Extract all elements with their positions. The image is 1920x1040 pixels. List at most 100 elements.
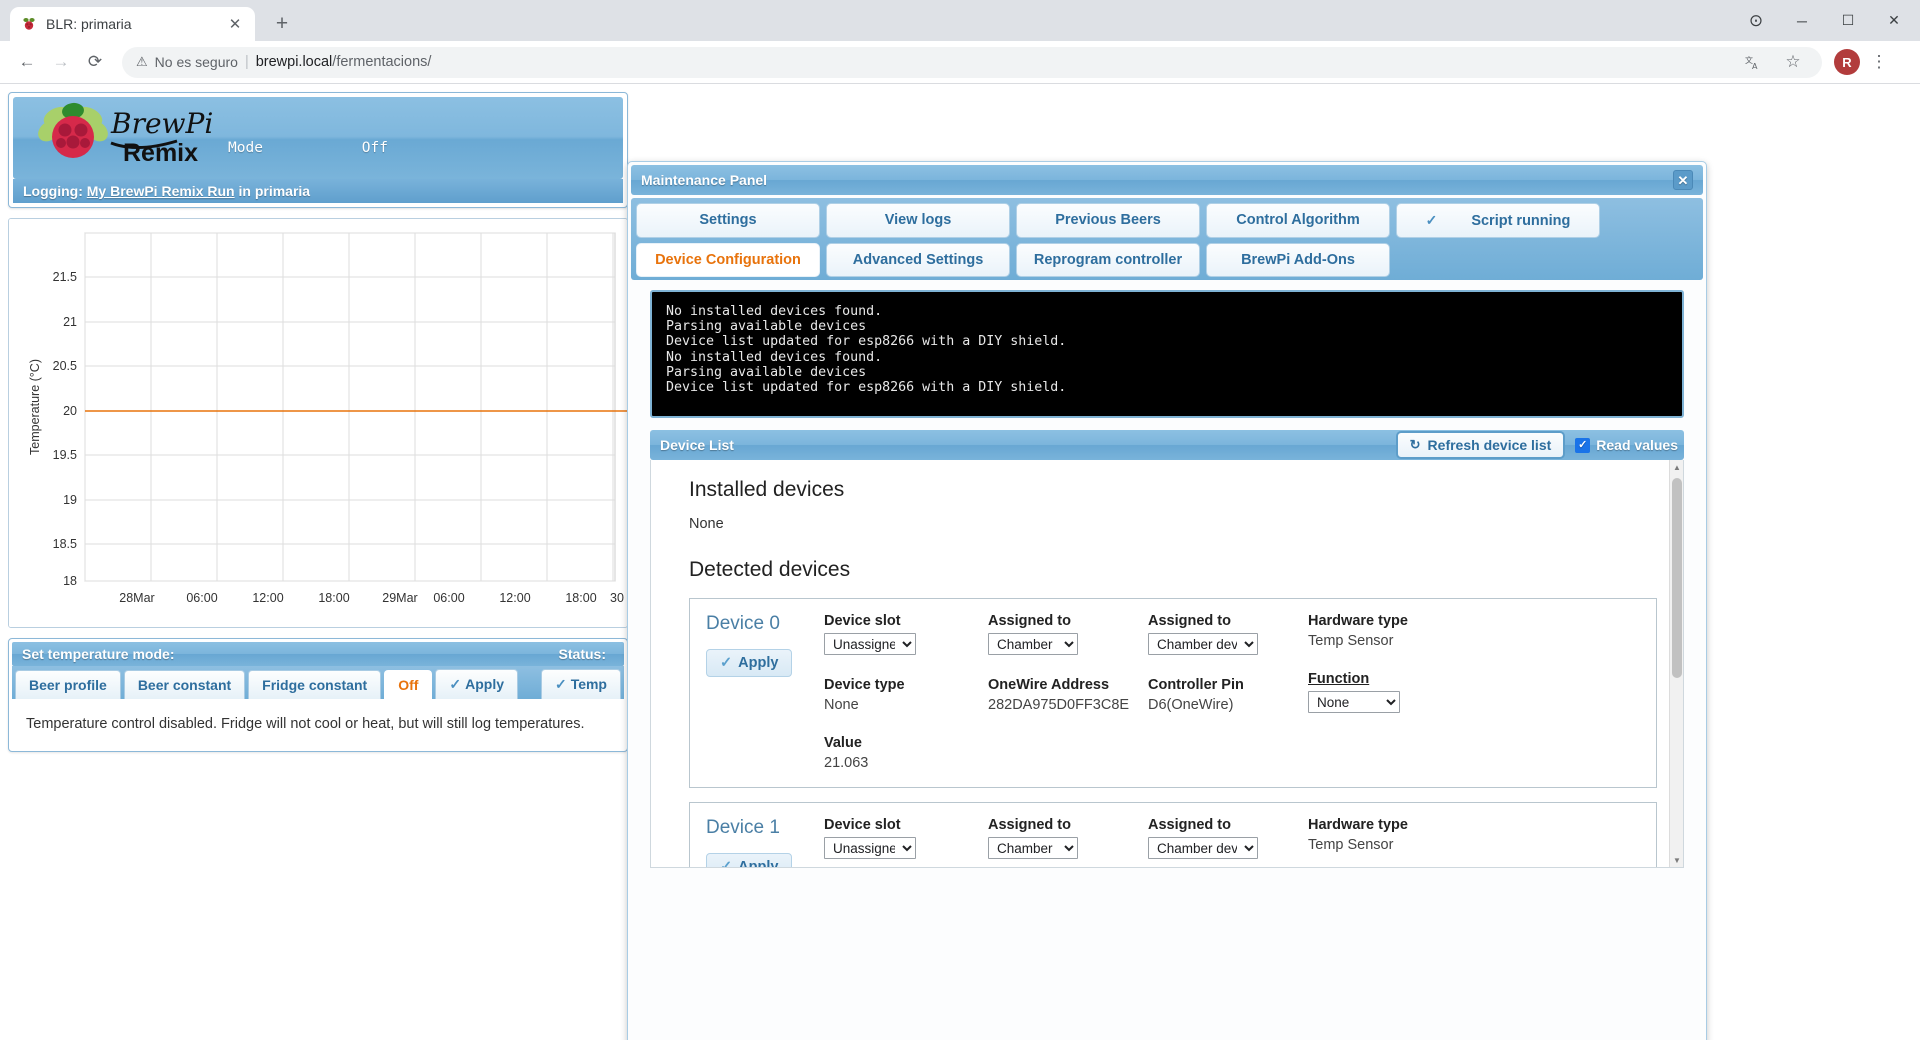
temperature-chart[interactable]: 21.5 21 20.5 20 19.5 19 18.5 18 Temperat…	[8, 218, 628, 628]
tab-reprogram-controller[interactable]: Reprogram controller	[1016, 243, 1200, 277]
tab-control-algorithm[interactable]: Control Algorithm	[1206, 203, 1390, 238]
svg-text:12:00: 12:00	[499, 591, 530, 605]
reload-icon[interactable]: ⟳	[80, 47, 110, 77]
forward-icon[interactable]: →	[46, 47, 76, 77]
read-values-toggle[interactable]: ✓ Read values	[1575, 437, 1678, 453]
read-values-checkbox[interactable]: ✓	[1575, 437, 1591, 453]
close-icon[interactable]: ✕	[225, 14, 245, 34]
check-icon: ✓	[720, 655, 733, 671]
tab-settings[interactable]: Settings	[636, 203, 820, 238]
device-slot-select[interactable]: Unassigned	[824, 633, 916, 655]
browser-tab[interactable]: BLR: primaria ✕	[10, 7, 255, 41]
device-card: Device 1 ✓ Apply Device slot Unassigned	[689, 802, 1657, 867]
device-col-assigned-device: Assigned to Chamber device Controller Pi…	[1148, 613, 1308, 771]
tab-title: BLR: primaria	[46, 16, 132, 32]
new-tab-button[interactable]: +	[267, 9, 297, 39]
logging-prefix: Logging:	[23, 183, 83, 199]
device-name: Device 0	[706, 613, 780, 634]
scroll-down-icon[interactable]: ▼	[1670, 853, 1683, 867]
browser-chrome: BLR: primaria ✕ + ⊙ ─ ☐ ✕ ← → ⟳ ⚠ No es …	[0, 0, 1920, 84]
hardware-type-label: Hardware type	[1308, 817, 1408, 833]
check-icon: ✓	[554, 676, 567, 692]
tab-script-running[interactable]: ✓ Script running	[1396, 203, 1600, 238]
back-icon[interactable]: ←	[12, 47, 42, 77]
device-col-assigned-device: Assigned to Chamber device Controller Pi…	[1148, 817, 1308, 867]
svg-text:06:00: 06:00	[433, 591, 464, 605]
maximize-button[interactable]: ☐	[1826, 2, 1870, 40]
profile-avatar[interactable]: R	[1834, 49, 1860, 75]
function-label: Function	[1308, 671, 1370, 687]
menu-icon[interactable]: ⋮	[1864, 47, 1894, 77]
security-text: No es seguro	[154, 54, 238, 70]
window-close-button[interactable]: ✕	[1872, 2, 1916, 40]
maintenance-panel: Maintenance Panel ✕ Settings View logs P…	[627, 161, 1707, 1040]
function-select[interactable]: None	[1308, 691, 1400, 713]
set-temperature-mode-panel: Set temperature mode: Status: Beer profi…	[8, 638, 628, 752]
logging-run-link[interactable]: My BrewPi Remix Run	[87, 183, 235, 199]
device-type-label: Device type	[824, 677, 905, 693]
temp-mode-apply-button[interactable]: ✓ Apply	[435, 669, 519, 699]
assigned-device-select[interactable]: Chamber device	[1148, 837, 1258, 859]
console-output: No installed devices found. Parsing avai…	[650, 290, 1684, 418]
close-icon[interactable]: ✕	[1673, 170, 1693, 190]
translate-icon[interactable]: 文A	[1738, 47, 1768, 77]
tab-device-configuration[interactable]: Device Configuration	[636, 243, 820, 277]
controller-pin-value: D6(OneWire)	[1148, 697, 1234, 713]
brewpi-remix-logo-icon: BrewPi Remix	[38, 102, 213, 167]
assigned-to-label-2: Assigned to	[1148, 613, 1231, 629]
device-apply-label: Apply	[738, 655, 779, 671]
refresh-device-list-button[interactable]: ↻ Refresh device list	[1395, 431, 1566, 459]
svg-text:A: A	[1752, 62, 1758, 71]
fridge-constant-button[interactable]: Fridge constant	[248, 670, 382, 699]
scrollbar-thumb[interactable]	[1672, 478, 1682, 678]
device-col-slot: Device slot Unassigned Device type None …	[824, 613, 988, 771]
svg-text:Remix: Remix	[123, 139, 198, 167]
scroll-up-icon[interactable]: ▲	[1670, 460, 1683, 474]
beer-constant-button[interactable]: Beer constant	[123, 670, 246, 699]
tab-brewpi-addons[interactable]: BrewPi Add-Ons	[1206, 243, 1390, 277]
device-list-header: Device List ↻ Refresh device list ✓ Read…	[650, 430, 1684, 460]
temp-mode-description: Temperature control disabled. Fridge wil…	[12, 699, 624, 748]
assigned-device-select[interactable]: Chamber device	[1148, 633, 1258, 655]
beer-status-panel: BrewPi Remix ModeOff Beer--.-20.0 °C Fri…	[8, 92, 628, 208]
device-col-assigned-chamber: Assigned to Chamber 1 OneWire Address 28…	[988, 817, 1148, 867]
hardware-type-value: Temp Sensor	[1308, 837, 1394, 853]
assigned-to-label-1: Assigned to	[988, 613, 1071, 629]
stat-value1: Off	[361, 140, 388, 156]
svg-text:19.5: 19.5	[53, 448, 77, 462]
installed-devices-none: None	[689, 516, 724, 532]
record-icon[interactable]: ⊙	[1734, 2, 1778, 40]
stat-label: Mode	[228, 140, 263, 156]
svg-text:28Mar: 28Mar	[119, 591, 154, 605]
page-content: BrewPi Remix ModeOff Beer--.-20.0 °C Fri…	[0, 84, 1920, 1040]
svg-text:BrewPi: BrewPi	[110, 107, 213, 140]
tab-advanced-settings[interactable]: Advanced Settings	[826, 243, 1010, 277]
status-temp-button[interactable]: ✓ Temp	[540, 669, 621, 699]
svg-text:20.5: 20.5	[53, 359, 77, 373]
device-apply-button[interactable]: ✓ Apply	[706, 649, 793, 677]
device-card-columns: Device slot Unassigned Device type None …	[824, 613, 1640, 771]
raspberry-favicon-icon	[20, 16, 37, 33]
device-list-scroll-area: Installed devices None Detected devices …	[651, 460, 1683, 867]
device-card: Device 0 ✓ Apply Device slot Unassigned	[689, 598, 1657, 788]
stat-row-mode: Mode Off	[228, 139, 460, 157]
device-slot-select[interactable]: Unassigned	[824, 837, 916, 859]
tab-view-logs[interactable]: View logs	[826, 203, 1010, 238]
address-bar[interactable]: ⚠ No es seguro | brewpi.local/fermentaci…	[122, 46, 1822, 78]
bookmark-star-icon[interactable]: ☆	[1778, 47, 1808, 77]
onewire-address-value: 282DA975D0FF3C8E	[988, 697, 1130, 713]
device-apply-button[interactable]: ✓ Apply	[706, 853, 793, 867]
minimize-button[interactable]: ─	[1780, 2, 1824, 40]
assigned-chamber-select[interactable]: Chamber 1	[988, 837, 1078, 859]
off-mode-button[interactable]: Off	[384, 670, 433, 699]
chart-svg: 21.5 21 20.5 20 19.5 19 18.5 18 Temperat…	[9, 219, 627, 627]
tab-previous-beers[interactable]: Previous Beers	[1016, 203, 1200, 238]
window-controls: ⊙ ─ ☐ ✕	[1734, 0, 1920, 41]
device-slot-label: Device slot	[824, 817, 901, 833]
assigned-chamber-select[interactable]: Chamber 1	[988, 633, 1078, 655]
logging-bar: Logging: My BrewPi Remix Run in primaria	[13, 179, 623, 203]
read-values-label: Read values	[1596, 437, 1678, 453]
beer-profile-button[interactable]: Beer profile	[15, 670, 121, 699]
device-list-scrollbar[interactable]: ▲ ▼	[1669, 460, 1683, 867]
device-col-assigned-chamber: Assigned to Chamber 1 OneWire Address 28…	[988, 613, 1148, 771]
